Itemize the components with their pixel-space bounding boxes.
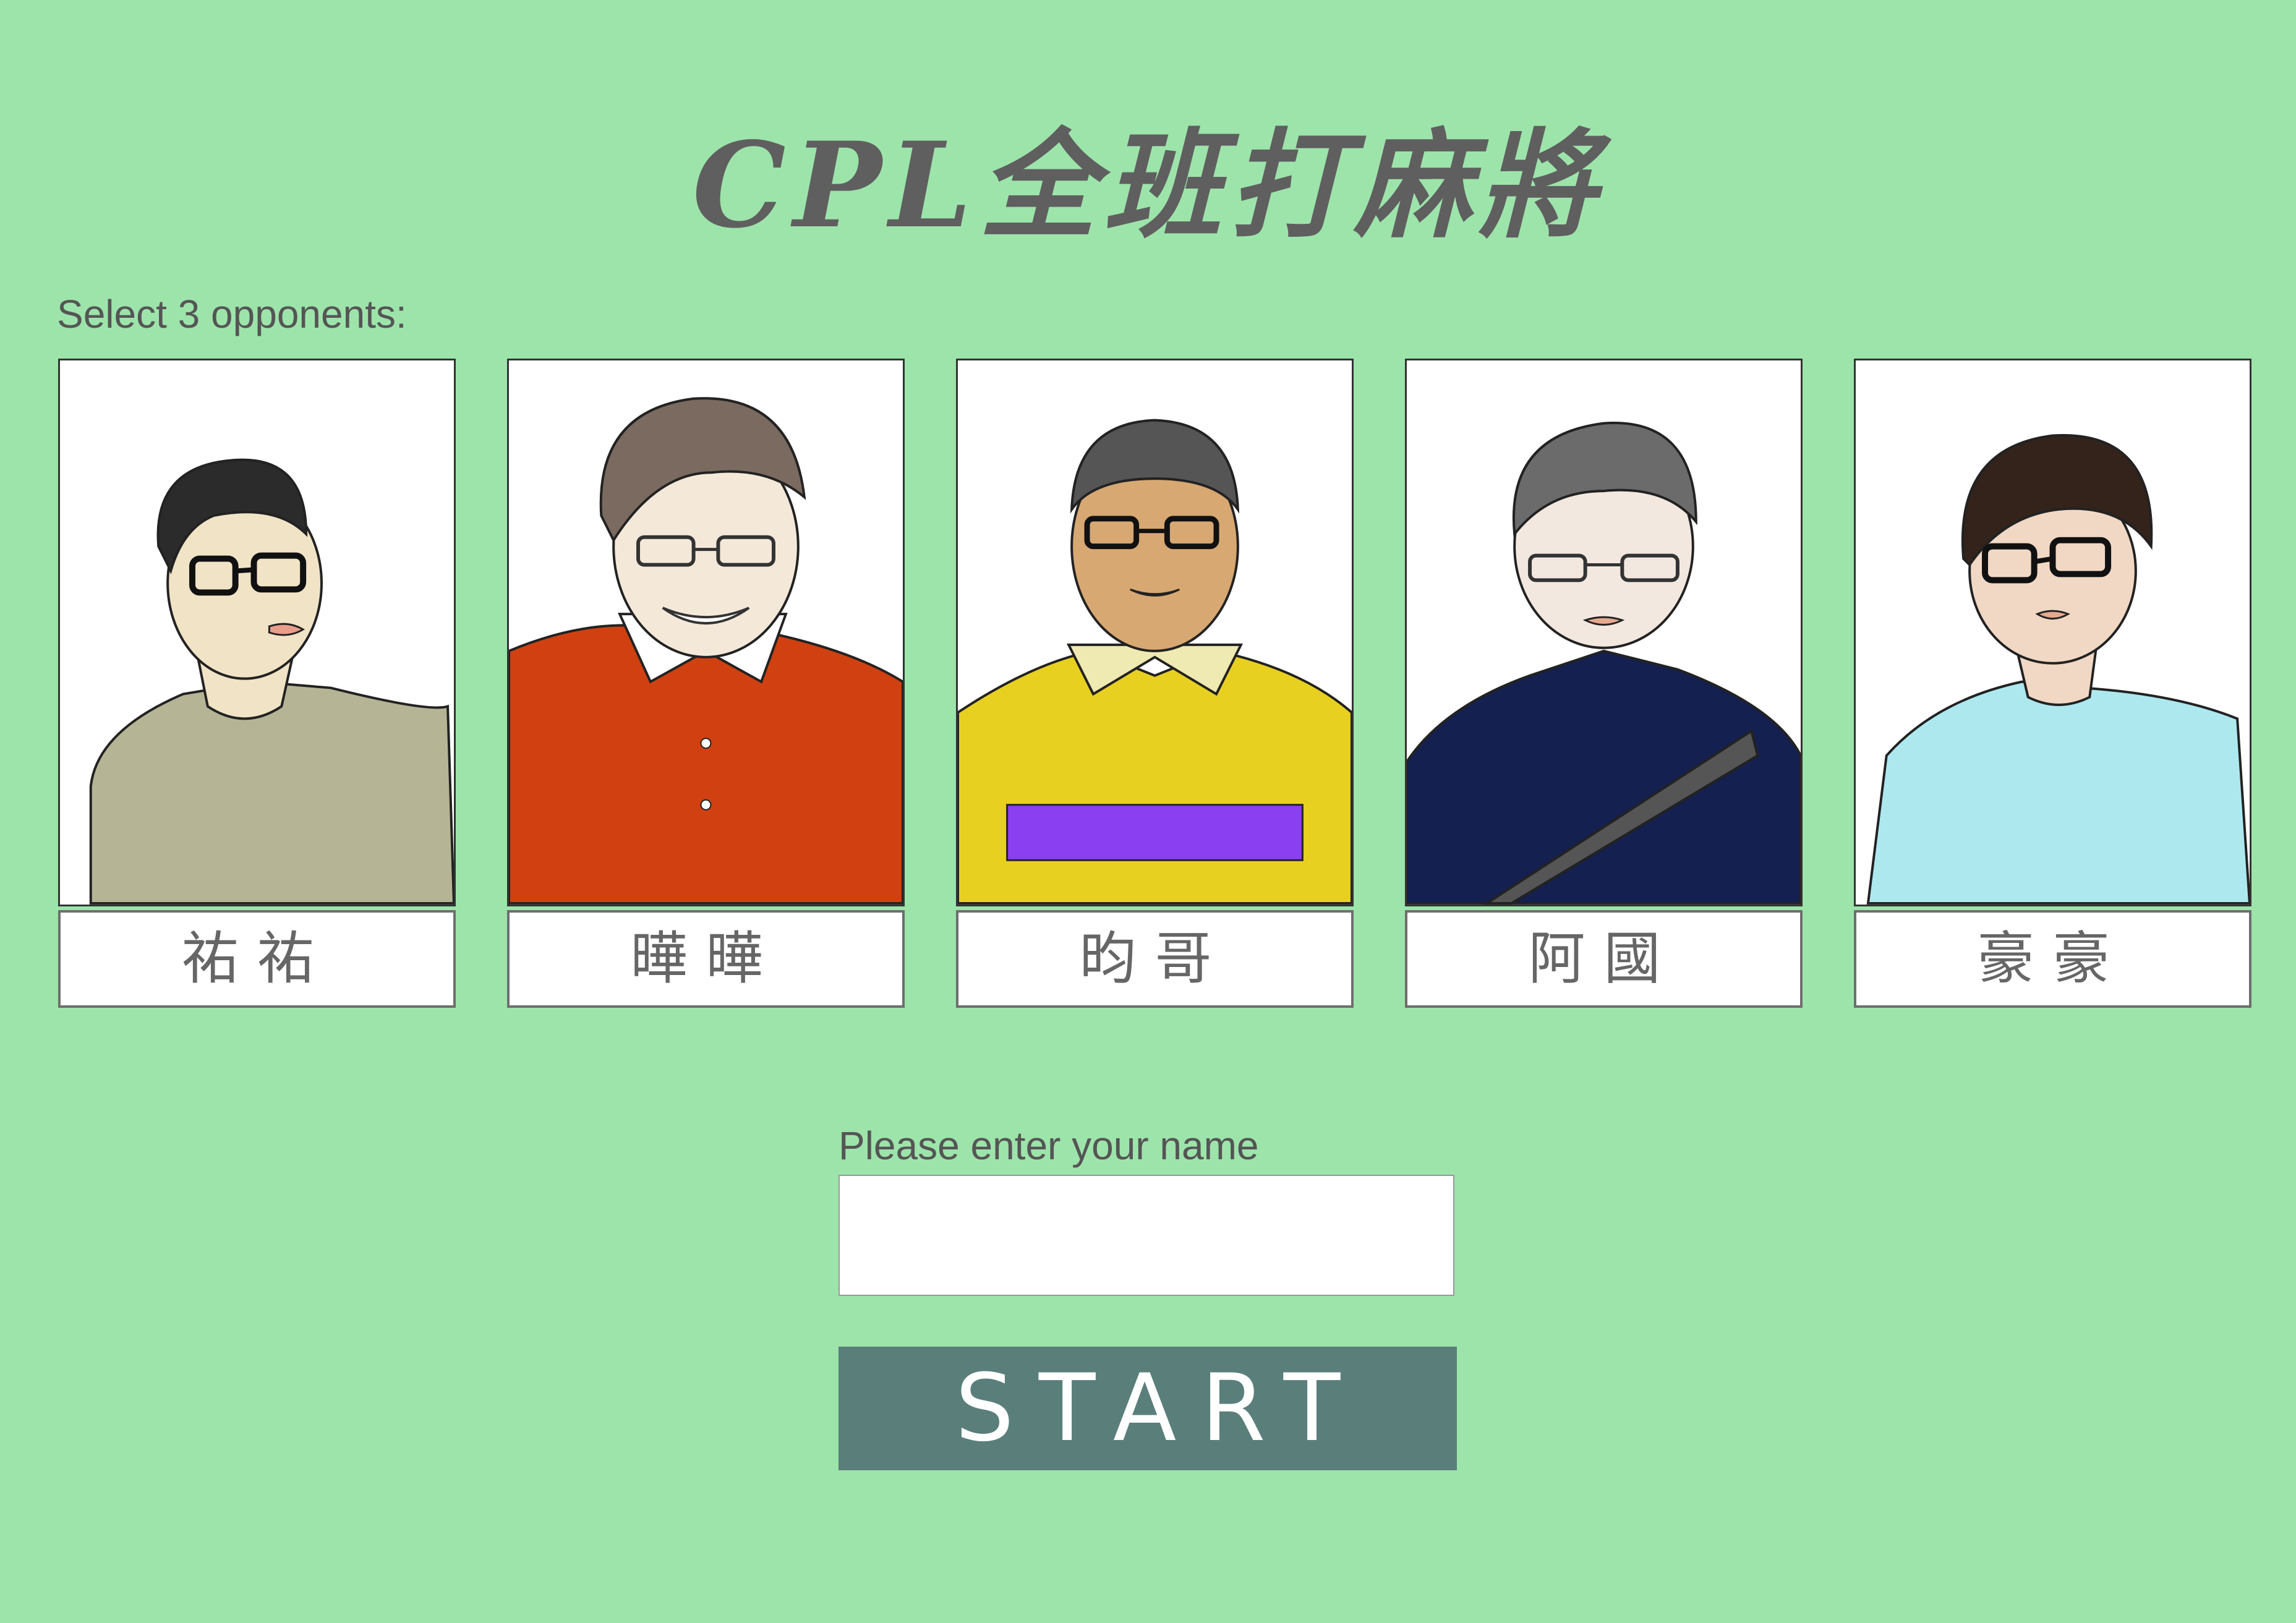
opponent-card-2[interactable]: 曄曄 [507, 359, 905, 1008]
opponent-name: 豪豪 [1854, 910, 2251, 1008]
opponent-name: 阿國 [1405, 910, 1803, 1008]
select-opponents-label: Select 3 opponents: [57, 292, 407, 336]
opponent-name: 昀哥 [956, 910, 1354, 1008]
opponent-card-1[interactable]: 祐祐 [58, 359, 456, 1008]
start-button[interactable]: START [839, 1347, 1457, 1470]
opponent-card-3[interactable]: 昀哥 [956, 359, 1354, 1008]
opponent-portrait [956, 359, 1354, 906]
game-title: CPL全班打麻將 [692, 116, 1604, 254]
person-illustration [1866, 434, 2250, 905]
opponent-card-4[interactable]: 阿國 [1405, 359, 1803, 1008]
player-name-input[interactable] [839, 1175, 1454, 1296]
person-illustration [509, 397, 903, 905]
opponent-card-5[interactable]: 豪豪 [1854, 359, 2251, 1008]
opponent-name: 曄曄 [507, 910, 905, 1008]
opponent-portrait [507, 359, 905, 906]
opponent-name: 祐祐 [58, 910, 456, 1008]
person-illustration [89, 458, 454, 905]
opponent-portrait [1405, 359, 1803, 906]
name-prompt-label: Please enter your name [839, 1123, 1259, 1168]
opponent-portrait [1854, 359, 2251, 906]
person-illustration [958, 419, 1352, 905]
person-illustration [1407, 422, 1801, 905]
opponent-portrait [58, 359, 456, 906]
